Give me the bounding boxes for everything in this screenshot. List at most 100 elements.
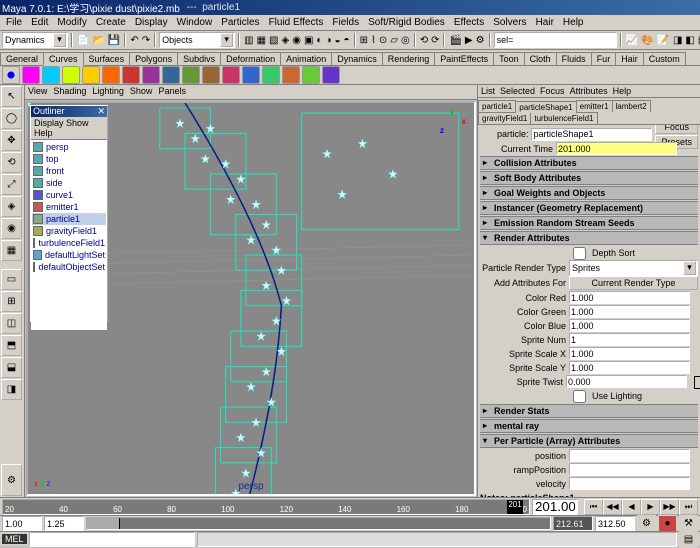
goto-start-icon[interactable]: ⏮	[584, 499, 603, 515]
select-tool-icon[interactable]: ↖	[1, 86, 22, 107]
file-open-icon[interactable]: 📂	[91, 31, 105, 49]
outliner-item[interactable]: emitter1	[32, 201, 106, 213]
shelf-ep-icon[interactable]	[122, 66, 140, 84]
hypershade-icon[interactable]: 🎨	[640, 31, 654, 49]
menu-fluideffects[interactable]: Fluid Effects	[265, 17, 328, 28]
mask-btn[interactable]: ◑	[324, 31, 332, 49]
outliner-item[interactable]: top	[32, 153, 106, 165]
menu-modify[interactable]: Modify	[53, 17, 90, 28]
layout1-icon[interactable]: ◫	[1, 313, 22, 334]
last-tool-icon[interactable]: ▦	[1, 240, 22, 261]
menu-softrigidbodies[interactable]: Soft/Rigid Bodies	[364, 17, 449, 28]
shelf-align-icon[interactable]	[202, 66, 220, 84]
sprite-scalex-field[interactable]	[569, 347, 690, 360]
shelf-tab-painteffects[interactable]: PaintEffects	[434, 52, 494, 65]
snap-live-icon[interactable]: ◎	[400, 31, 411, 49]
sprite-twist-field[interactable]	[566, 375, 687, 388]
manip-tool-icon[interactable]: ◈	[1, 196, 22, 217]
shelf-offset-icon[interactable]	[262, 66, 280, 84]
attr-tab-lambert2[interactable]: lambert2	[612, 100, 651, 112]
menu-hair[interactable]: Hair	[532, 17, 558, 28]
shelf-tab-dynamics[interactable]: Dynamics	[331, 52, 383, 65]
mask-btn[interactable]: ◓	[343, 31, 351, 49]
viewport[interactable]: Outliner✕ Display Show Help persptopfron…	[26, 101, 476, 496]
focus-button[interactable]: Focus	[655, 125, 698, 134]
add-attr-button[interactable]: Current Render Type	[569, 276, 698, 290]
script-editor-button[interactable]: ▤	[679, 530, 698, 548]
outliner-menu[interactable]: Display Show Help	[31, 117, 107, 140]
shelf-circle-icon[interactable]	[2, 66, 20, 84]
rotate-tool-icon[interactable]: ⟲	[1, 152, 22, 173]
tool-settings-icon[interactable]: ⚙	[1, 464, 22, 496]
shelf-tab-deformation[interactable]: Deformation	[220, 52, 281, 65]
mask-btn[interactable]: ▧	[268, 31, 279, 49]
shelf-curve2-icon[interactable]	[82, 66, 100, 84]
sprite-scaley-field[interactable]	[569, 361, 690, 374]
graph-editor-icon[interactable]: 📈	[625, 31, 639, 49]
sprite-num-field[interactable]	[569, 333, 690, 346]
pp-rampposition-field[interactable]	[569, 463, 690, 476]
pp-velocity-field[interactable]	[569, 477, 690, 490]
module-dropdown[interactable]: Dynamics	[2, 32, 68, 48]
viewmenu-shading[interactable]: Shading	[53, 86, 86, 98]
shelf-tab-surfaces[interactable]: Surfaces	[83, 52, 131, 65]
current-frame-field[interactable]	[532, 499, 578, 515]
viewmenu-lighting[interactable]: Lighting	[92, 86, 124, 98]
color-blue-field[interactable]	[569, 319, 690, 332]
section-perparticle[interactable]: Per Particle (Array) Attributes	[480, 434, 698, 448]
outliner-item[interactable]: curve1	[32, 189, 106, 201]
depth-sort-checkbox[interactable]	[573, 247, 586, 260]
range-start-field[interactable]	[2, 516, 42, 531]
layout4-icon[interactable]: ◨	[1, 379, 22, 400]
current-time-field[interactable]	[556, 142, 677, 155]
shelf-tab-toon[interactable]: Toon	[493, 52, 525, 65]
section-mentalray[interactable]: mental ray	[480, 419, 698, 433]
section-instancer[interactable]: Instancer (Geometry Replacement)	[480, 201, 698, 215]
step-back-icon[interactable]: ◀◀	[603, 499, 622, 515]
viewmenu-show[interactable]: Show	[130, 86, 153, 98]
section-render[interactable]: Render Attributes	[480, 231, 698, 245]
attr-tab-gravityfield1[interactable]: gravityField1	[478, 112, 531, 124]
attrmenu-help[interactable]: Help	[613, 86, 632, 96]
mask-btn[interactable]: ◈	[281, 31, 291, 49]
attrmenu-focus[interactable]: Focus	[540, 86, 565, 96]
command-input[interactable]	[29, 532, 195, 547]
range-end-field[interactable]	[595, 516, 635, 531]
anim-prefs-icon[interactable]: ⚙	[637, 515, 656, 533]
snap-curve-icon[interactable]: ⌇	[370, 31, 377, 49]
snap-plane-icon[interactable]: ▱	[389, 31, 399, 49]
scale-tool-icon[interactable]: ⤢	[1, 174, 22, 195]
toggle-tool-icon[interactable]: ◧	[684, 31, 695, 49]
layout2-icon[interactable]: ⬒	[1, 335, 22, 356]
four-view-icon[interactable]: ⊞	[1, 291, 22, 312]
node-name-field[interactable]	[531, 128, 652, 141]
attr-editor-menubar[interactable]: ListSelectedFocusAttributesHelp	[478, 85, 700, 98]
shelf-attach-icon[interactable]	[162, 66, 180, 84]
attr-tab-turbulencefield1[interactable]: turbulenceField1	[530, 112, 597, 124]
outliner-list[interactable]: persptopfrontsidecurve1emitter1particle1…	[31, 140, 107, 330]
playback-end-field[interactable]	[553, 516, 593, 531]
shelf-tab-cloth[interactable]: Cloth	[524, 52, 557, 65]
shelf-extend-icon[interactable]	[302, 66, 320, 84]
section-collision[interactable]: Collision Attributes	[480, 156, 698, 170]
script-editor-icon[interactable]: 📝	[656, 31, 670, 49]
render-globals-icon[interactable]: ⚙	[475, 31, 486, 49]
selection-mask-dropdown[interactable]: Objects	[159, 32, 235, 48]
snap-grid-icon[interactable]: ⊞	[359, 31, 369, 49]
playhead[interactable]: 201	[507, 500, 523, 514]
play-back-icon[interactable]: ◀	[622, 499, 641, 515]
shelf-detach-icon[interactable]	[182, 66, 200, 84]
render-type-dropdown[interactable]: Sprites	[569, 260, 698, 276]
shelf-fillet-icon[interactable]	[242, 66, 260, 84]
menu-edit[interactable]: Edit	[27, 17, 52, 28]
history-icon[interactable]: ⟳	[430, 31, 440, 49]
menu-effects[interactable]: Effects	[450, 17, 488, 28]
playback-start-field[interactable]	[44, 516, 84, 531]
view-axis-gizmo[interactable]: x y z	[440, 109, 466, 135]
ipr-icon[interactable]: ▶	[464, 31, 474, 49]
range-bar[interactable]	[86, 517, 551, 530]
outliner-item[interactable]: particle1	[32, 213, 106, 225]
mask-btn[interactable]: ▣	[303, 31, 314, 49]
use-lighting-checkbox[interactable]	[573, 390, 586, 403]
undo-icon[interactable]: ↶	[129, 31, 139, 49]
